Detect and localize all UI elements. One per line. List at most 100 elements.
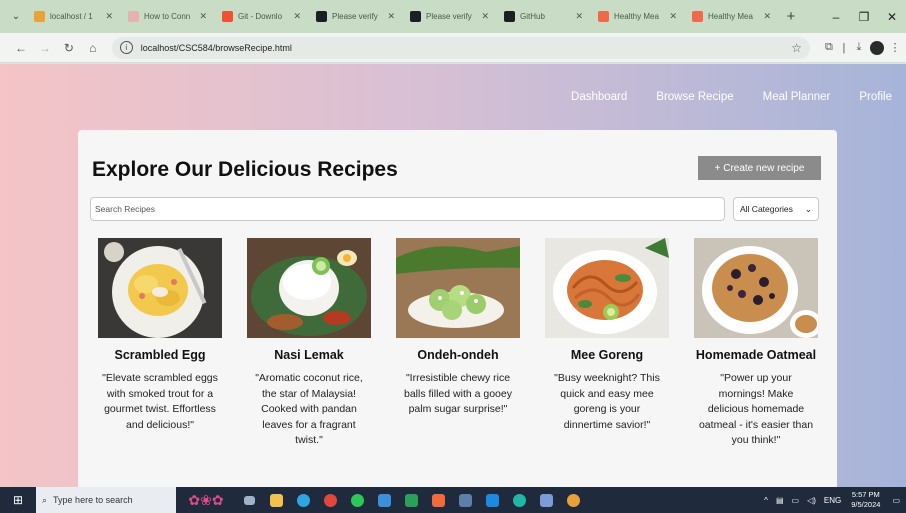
browser-tab[interactable]: Please verify ✕ (310, 5, 401, 29)
taskbar-search-input[interactable]: ⌕ Type here to search (36, 487, 176, 513)
chrome-active-icon[interactable] (560, 487, 587, 513)
windows-taskbar: ⊞ ⌕ Type here to search ✿❀✿ ^ ▤ ▭ ◁) ENG… (0, 487, 906, 513)
browser-tab-strip: ⌄ localhost / 1 ✕ How to Conn ✕ Git - Downlo… (0, 0, 906, 33)
browser-tab[interactable]: GitHub ✕ (498, 5, 589, 29)
language-indicator[interactable]: ENG (824, 496, 841, 505)
nav-browse-recipe[interactable]: Browse Recipe (656, 91, 733, 103)
browser-tab[interactable]: localhost / 1 ✕ (28, 5, 119, 29)
recipe-name: Homemade Oatmeal (695, 348, 817, 362)
search-icon: ⌕ (42, 494, 48, 505)
network-icon[interactable]: ▤ (776, 496, 784, 505)
browser-tab[interactable]: Git - Downlo ✕ (216, 5, 307, 29)
tab-close-icon[interactable]: ✕ (763, 11, 771, 22)
tab-favicon-icon (598, 11, 609, 22)
recipe-image-homemade-oatmeal (694, 238, 818, 338)
category-select[interactable]: All Categories ⌄ (733, 197, 819, 221)
back-icon[interactable]: ← (10, 37, 32, 59)
search-input[interactable]: Search Recipes (90, 197, 725, 221)
tab-close-icon[interactable]: ✕ (481, 11, 489, 22)
browser-tab[interactable]: Healthy Mea ✕ (686, 5, 777, 29)
nav-dashboard[interactable]: Dashboard (571, 91, 627, 103)
tab-title: Please verify (332, 12, 378, 21)
recipe-name: Nasi Lemak (274, 348, 344, 362)
site-info-icon[interactable]: i (119, 41, 133, 54)
xampp-icon[interactable] (425, 487, 452, 513)
taskbar-clock[interactable]: 5:57 PM 9/5/2024 (851, 490, 880, 510)
nav-profile[interactable]: Profile (859, 91, 892, 103)
tab-search-menu-icon[interactable]: ⌄ (4, 6, 28, 28)
tab-favicon-icon (34, 11, 45, 22)
browser-tab[interactable]: How to Conn ✕ (122, 5, 213, 29)
whatsapp-icon[interactable] (344, 487, 371, 513)
battery-icon[interactable]: ▭ (792, 496, 800, 505)
recipe-card-nasi-lemak[interactable]: Nasi Lemak "Aromatic coconut rice, the s… (247, 238, 371, 449)
recipe-card-scrambled-egg[interactable]: Scrambled Egg "Elevate scrambled eggs wi… (98, 238, 222, 433)
tab-close-icon[interactable]: ✕ (293, 11, 301, 22)
recipe-card-homemade-oatmeal[interactable]: Homemade Oatmeal "Power up your mornings… (694, 238, 818, 449)
tab-favicon-icon (128, 11, 139, 22)
volume-icon[interactable]: ◁) (807, 496, 816, 505)
tab-title: GitHub (520, 12, 545, 21)
system-tray: ^ ▤ ▭ ◁) ENG 5:57 PM 9/5/2024 ▭ (760, 487, 906, 513)
tab-title: Healthy Mea (614, 12, 659, 21)
window-controls: – ❐ ✕ (822, 0, 906, 33)
create-recipe-button[interactable]: + Create new recipe (698, 156, 821, 180)
recipe-image-scrambled-egg (98, 238, 222, 338)
tab-favicon-icon (316, 11, 327, 22)
sheets-icon[interactable] (398, 487, 425, 513)
browser-menu-icon[interactable]: ⋮ (884, 37, 906, 59)
tab-title: Please verify (426, 12, 472, 21)
address-bar[interactable]: i localhost/CSC584/browseRecipe.html ☆ (111, 36, 810, 59)
bookmark-star-icon[interactable]: ☆ (791, 41, 802, 55)
recipe-card-mee-goreng[interactable]: Mee Goreng "Busy weeknight? This quick a… (545, 238, 669, 433)
reload-icon[interactable]: ↻ (58, 37, 80, 59)
category-selected-value: All Categories (740, 204, 793, 214)
recipe-image-nasi-lemak (247, 238, 371, 338)
browser-toolbar: ← → ↻ ⌂ i localhost/CSC584/browseRecipe.… (0, 33, 906, 63)
browser-tab[interactable]: Healthy Mea ✕ (592, 5, 683, 29)
tab-favicon-icon (692, 11, 703, 22)
chevron-up-icon[interactable]: ^ (764, 496, 768, 505)
close-window-icon[interactable]: ✕ (878, 0, 906, 33)
edge-icon[interactable] (506, 487, 533, 513)
notification-icon[interactable]: ▭ (892, 496, 900, 505)
chevron-down-icon: ⌄ (804, 203, 812, 214)
minimize-icon[interactable]: – (822, 0, 850, 33)
profile-avatar[interactable] (869, 40, 884, 55)
tab-close-icon[interactable]: ✕ (669, 11, 677, 22)
tab-favicon-icon (222, 11, 233, 22)
recipe-browser-card: Explore Our Delicious Recipes + Create n… (78, 130, 837, 487)
extensions-icon[interactable]: ⧉ (818, 37, 840, 59)
nav-meal-planner[interactable]: Meal Planner (763, 91, 831, 103)
chrome-icon[interactable] (317, 487, 344, 513)
file-explorer-icon[interactable] (263, 487, 290, 513)
recipe-name: Ondeh-ondeh (417, 348, 499, 362)
tab-favicon-icon (410, 11, 421, 22)
new-tab-button[interactable]: + (780, 6, 802, 28)
forward-icon[interactable]: → (34, 37, 56, 59)
page-background: Dashboard Browse Recipe Meal Planner Pro… (0, 64, 906, 487)
download-icon[interactable]: ⤓ (848, 37, 870, 59)
tab-close-icon[interactable]: ✕ (105, 11, 113, 22)
snipping-tool-icon[interactable] (452, 487, 479, 513)
recipe-card-ondeh-ondeh[interactable]: Ondeh-ondeh "Irresistible chewy rice bal… (396, 238, 520, 418)
vscode-icon[interactable] (479, 487, 506, 513)
tab-close-icon[interactable]: ✕ (575, 11, 583, 22)
recipe-description: "Irresistible chewy rice balls filled wi… (404, 372, 512, 415)
home-icon[interactable]: ⌂ (82, 37, 104, 59)
tab-close-icon[interactable]: ✕ (199, 11, 207, 22)
tab-title: Git - Downlo (238, 12, 283, 21)
tab-title: How to Conn (144, 12, 191, 21)
telegram-icon[interactable] (290, 487, 317, 513)
task-view-icon[interactable] (236, 487, 263, 513)
tab-title: localhost / 1 (50, 12, 93, 21)
restore-icon[interactable]: ❐ (850, 0, 878, 33)
browser-tab[interactable]: Please verify ✕ (404, 5, 495, 29)
store-icon[interactable] (533, 487, 560, 513)
recipe-description: "Busy weeknight? This quick and easy mee… (554, 372, 660, 431)
url-text: localhost/CSC584/browseRecipe.html (140, 42, 292, 53)
photos-icon[interactable] (371, 487, 398, 513)
tab-close-icon[interactable]: ✕ (387, 11, 395, 22)
recipe-image-mee-goreng (545, 238, 669, 338)
windows-start-icon[interactable]: ⊞ (0, 487, 36, 513)
